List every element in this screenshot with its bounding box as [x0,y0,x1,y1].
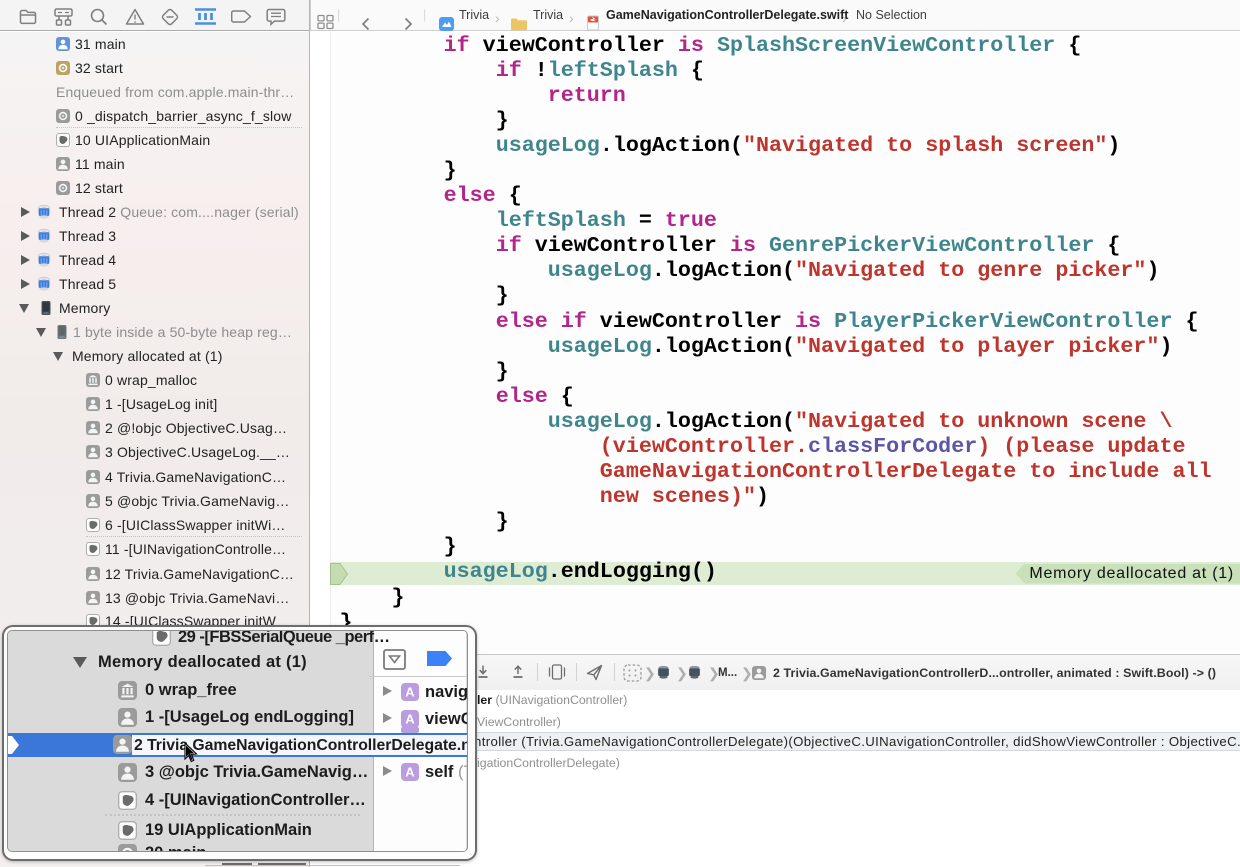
svg-text:A: A [405,685,415,700]
svg-text:A: A [405,712,415,727]
svg-text:A: A [405,765,415,780]
